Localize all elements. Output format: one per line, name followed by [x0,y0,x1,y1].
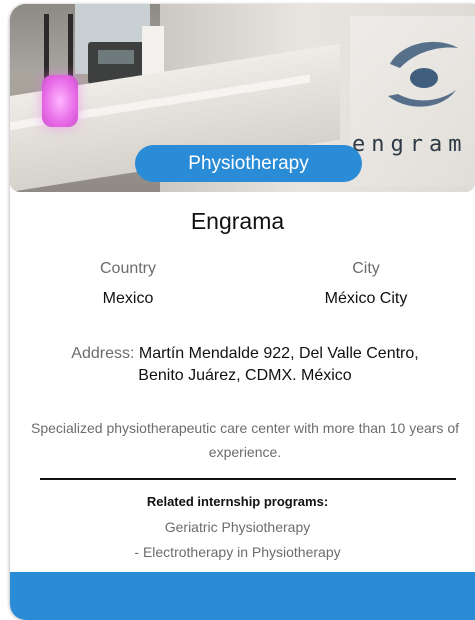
clinic-photo: engram Physiotherapy [10,4,475,192]
programs-title: Related internship programs: [146,494,329,509]
engram-logo-icon [388,41,458,107]
engram-logo-text: engram [352,132,468,157]
program-item: Geriatric Physiotherapy [164,519,311,535]
category-badge: Physiotherapy [135,145,362,182]
clinic-name: Engrama [190,208,285,234]
city-label: City [352,260,380,277]
address-label: Address: [71,345,135,362]
clinic-card[interactable]: engram Physiotherapy Engrama Country Mex… [10,4,475,620]
city-value: México City [324,290,408,307]
photo-machine-screen [98,50,134,64]
divider [40,478,456,480]
country-label: Country [99,260,157,277]
address: Address: Martín Mendalde 922, Del Valle … [60,343,430,387]
clinic-description: Specialized physiotherapeutic care cente… [30,420,459,460]
photo-lamp [42,75,78,127]
card-footer-bar[interactable] [10,572,475,620]
program-item: - Electrotherapy in Physiotherapy [134,544,341,560]
address-value: Martín Mendalde 922, Del Valle Centro, B… [138,345,419,384]
country-value: Mexico [102,290,154,307]
